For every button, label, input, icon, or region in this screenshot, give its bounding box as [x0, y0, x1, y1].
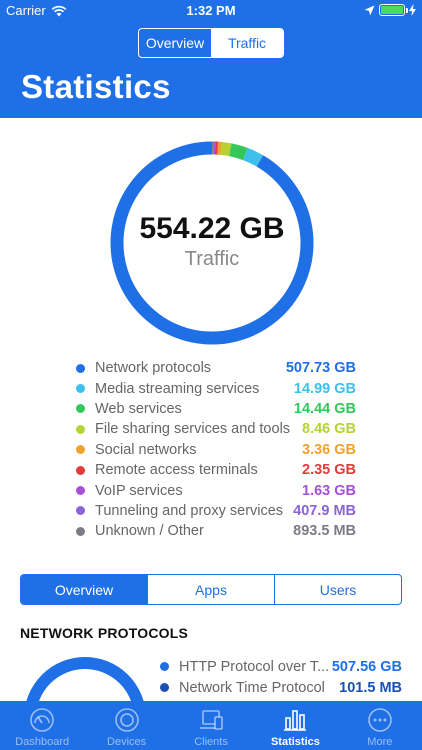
- clock: 1:32 PM: [186, 3, 236, 18]
- legend-value: 407.9 MB: [293, 502, 356, 519]
- top-segmented-control: Overview Traffic: [138, 28, 284, 58]
- top-tab-traffic[interactable]: Traffic: [211, 29, 283, 57]
- protocol-name: HTTP Protocol over T...: [179, 658, 329, 675]
- legend-dot: [76, 424, 85, 434]
- page-title: Statistics: [21, 68, 171, 105]
- tab-label: Devices: [107, 736, 147, 748]
- header: Carrier 1:32 PM Overview Traffic Statist…: [0, 0, 422, 118]
- legend-label: Network protocols: [95, 360, 212, 377]
- legend-item[interactable]: Network protocols 507.73 GB: [76, 358, 356, 378]
- legend-value: 1.63 GB: [302, 482, 356, 499]
- tab-apps[interactable]: Apps: [147, 575, 274, 604]
- legend-item[interactable]: Remote access terminals 2.35 GB: [76, 460, 356, 480]
- legend-label: Social networks: [95, 441, 197, 458]
- protocol-list: HTTP Protocol over T... 507.56 GB Networ…: [160, 656, 402, 698]
- list-item[interactable]: HTTP Protocol over T... 507.56 GB: [160, 656, 402, 677]
- legend-value: 14.44 GB: [293, 400, 356, 417]
- legend-value: 8.46 GB: [302, 421, 356, 438]
- location-icon: [364, 5, 375, 15]
- legend-value: 14.99 GB: [293, 380, 356, 397]
- legend-value: 507.73 GB: [285, 360, 356, 377]
- legend-item[interactable]: Unknown / Other 893.5 MB: [76, 521, 356, 541]
- donut-slice: [242, 147, 264, 167]
- legend-dot: [76, 486, 85, 496]
- tab-clients[interactable]: Clients: [169, 701, 253, 750]
- donut-slice: [228, 143, 248, 161]
- tab-label: Dashboard: [15, 736, 70, 748]
- legend-label: File sharing services and tools: [95, 421, 291, 438]
- tab-label: Statistics: [270, 736, 320, 748]
- protocol-name: Network Time Protocol: [179, 679, 325, 696]
- section-title: NETWORK PROTOCOLS: [20, 625, 189, 641]
- tab-statistics[interactable]: Statistics: [253, 701, 337, 750]
- tab-label: More: [367, 736, 393, 748]
- list-item[interactable]: Network Time Protocol 101.5 MB: [160, 677, 402, 698]
- tab-overview[interactable]: Overview: [21, 575, 147, 604]
- legend-item[interactable]: Web services 14.44 GB: [76, 399, 356, 419]
- legend-value: 2.35 GB: [302, 462, 356, 479]
- legend-item[interactable]: VoIP services 1.63 GB: [76, 480, 356, 500]
- legend-dot: [76, 465, 85, 475]
- legend-item[interactable]: File sharing services and tools 8.46 GB: [76, 419, 356, 439]
- total-traffic-label: Traffic: [184, 248, 240, 270]
- legend-item[interactable]: Media streaming services 14.99 GB: [76, 378, 356, 398]
- tab-more[interactable]: More: [338, 701, 422, 750]
- legend-item[interactable]: Social networks 3.36 GB: [76, 440, 356, 460]
- legend-label: Unknown / Other: [95, 523, 204, 540]
- more-icon: [368, 708, 392, 732]
- top-tab-overview[interactable]: Overview: [139, 29, 211, 57]
- legend-label: Tunneling and proxy services: [95, 502, 284, 519]
- legend-dot: [76, 384, 85, 394]
- tab-label: Clients: [194, 736, 228, 748]
- legend-value: 893.5 MB: [293, 523, 356, 540]
- traffic-legend: Network protocols 507.73 GB Media streamin…: [76, 358, 356, 542]
- total-traffic-value: 554.22 GB: [139, 212, 285, 245]
- legend-value: 3.36 GB: [302, 441, 356, 458]
- legend-dot: [160, 683, 169, 692]
- target-icon: [114, 708, 139, 732]
- tab-users[interactable]: Users: [274, 575, 401, 604]
- gauge-icon: [30, 708, 55, 732]
- legend-label: VoIP services: [95, 482, 183, 499]
- legend-item[interactable]: Tunneling and proxy services 407.9 MB: [76, 501, 356, 521]
- tab-dashboard[interactable]: Dashboard: [0, 701, 84, 750]
- status-bar: Carrier 1:32 PM: [0, 0, 422, 22]
- bottom-segmented-control: Overview Apps Users: [20, 574, 402, 605]
- legend-dot: [76, 445, 85, 455]
- legend-dot: [76, 506, 85, 516]
- tab-devices[interactable]: Devices: [84, 701, 168, 750]
- devices-icon: [200, 710, 223, 730]
- protocol-value: 507.56 GB: [331, 658, 402, 675]
- bar-chart-icon: [284, 710, 307, 731]
- legend-dot: [76, 404, 85, 414]
- legend-dot: [76, 363, 85, 373]
- legend-dot: [160, 662, 169, 671]
- protocol-value: 101.5 MB: [339, 679, 402, 696]
- tab-bar: Dashboard Devices Clients Statistics Mor…: [0, 701, 422, 750]
- donut-slice: [220, 141, 232, 157]
- legend-label: Media streaming services: [95, 380, 260, 397]
- battery-icon: [379, 4, 408, 16]
- legend-label: Web services: [95, 400, 182, 417]
- legend-dot: [76, 526, 85, 536]
- charging-icon: [409, 4, 416, 16]
- legend-label: Remote access terminals: [95, 462, 258, 479]
